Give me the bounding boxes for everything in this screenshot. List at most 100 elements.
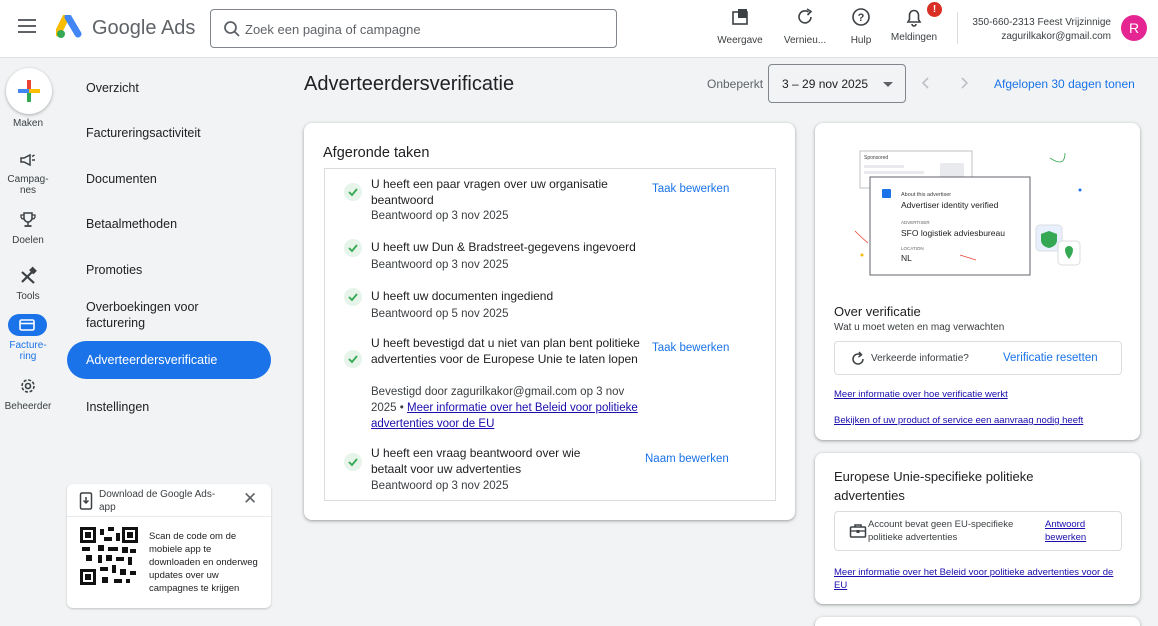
- refresh-icon: [798, 8, 813, 24]
- svg-text:?: ?: [858, 12, 865, 24]
- admin-label[interactable]: Beheerder: [0, 401, 56, 412]
- nav-item-transfers[interactable]: Overboekingen voor facturering: [86, 299, 226, 331]
- bell-icon: [906, 9, 922, 27]
- account-email: zagurilkakor@gmail.com: [1001, 31, 1111, 42]
- wrong-info-label: Verkeerde informatie?: [871, 353, 969, 364]
- notifications-button[interactable]: ! Meldingen: [887, 2, 942, 43]
- eu-political-ads-card: Europese Unie-specifieke politieke adver…: [815, 453, 1140, 604]
- reset-verification-button[interactable]: Verificatie resetten: [1003, 352, 1098, 364]
- chevron-left-icon[interactable]: [919, 76, 933, 90]
- gear-icon[interactable]: [18, 376, 38, 396]
- task-title: U heeft uw documenten ingediend: [371, 289, 554, 303]
- advertiser-name: SFO logistiek adviesbureau: [901, 228, 1005, 238]
- appearance-button[interactable]: Weergave: [716, 6, 764, 46]
- eu-status-box: Account bevat geen EU-specifieke politie…: [834, 511, 1122, 551]
- task-status: Beantwoord op 3 nov 2025: [371, 210, 509, 222]
- chevron-down-icon: [883, 82, 893, 87]
- about-advertiser-label: About this advertiser: [901, 192, 951, 198]
- close-icon[interactable]: ✕: [243, 490, 257, 508]
- nav-item-payment-methods[interactable]: Betaalmethoden: [86, 216, 266, 232]
- nav-item-promotions[interactable]: Promoties: [86, 262, 266, 278]
- nav-item-advertiser-verification-label: Adverteerdersverificatie: [86, 353, 218, 367]
- tasks-title: Afgeronde taken: [323, 145, 430, 161]
- location-label: LOCATION: [901, 246, 924, 251]
- task-status: Beantwoord op 3 nov 2025: [371, 259, 509, 271]
- about-verification-card: Sponsored About this advertiser Advertis…: [815, 123, 1140, 440]
- notification-badge: !: [927, 2, 942, 17]
- download-app-card: Download de Google Ads-app ✕ Scan de cod…: [67, 484, 271, 608]
- divider: [67, 516, 271, 517]
- verified-advertiser-illustration: Sponsored About this advertiser Advertis…: [854, 150, 1082, 277]
- tools-icon[interactable]: [18, 266, 38, 286]
- task-title: U heeft bevestigd dat u niet van plan be…: [371, 336, 640, 366]
- check-icon: [344, 183, 362, 201]
- identity-verified-label: Advertiser identity verified: [901, 200, 999, 210]
- download-app-text: Scan de code om de mobiele app te downlo…: [149, 531, 258, 594]
- campaigns-label[interactable]: Campag- nes: [0, 174, 56, 196]
- product-name: Google Ads: [92, 17, 196, 39]
- check-icon: [344, 288, 362, 306]
- nav-item-settings[interactable]: Instellingen: [86, 399, 266, 415]
- megaphone-icon[interactable]: [18, 150, 38, 170]
- make-button[interactable]: [6, 68, 52, 114]
- tools-label[interactable]: Tools: [0, 291, 56, 302]
- briefcase-icon: [849, 524, 867, 538]
- trophy-icon[interactable]: [18, 210, 38, 230]
- search-input[interactable]: [245, 19, 605, 39]
- help-button[interactable]: ? Hulp: [841, 6, 881, 46]
- search-icon: [224, 21, 240, 37]
- help-label: Hulp: [850, 35, 872, 46]
- edit-task-link[interactable]: Taak bewerken: [652, 342, 729, 354]
- billing-label[interactable]: Facture- ring: [0, 340, 56, 362]
- verification-info-link[interactable]: Meer informatie over hoe verificatie wer…: [834, 388, 1008, 401]
- about-verification-subtitle: Wat u moet weten en mag verwachten: [834, 322, 1005, 333]
- eu-card-title: Europese Unie-specifieke politieke adver…: [834, 469, 1034, 503]
- notifications-label: Meldingen: [890, 32, 938, 43]
- divider: [957, 12, 958, 44]
- date-range-value: 3 – 29 nov 2025: [782, 77, 869, 91]
- completed-tasks-card: Afgeronde taken U heeft een paar vragen …: [304, 123, 795, 520]
- nav-item-overview[interactable]: Overzicht: [86, 80, 266, 96]
- phone-download-icon: [79, 492, 93, 510]
- range-label: Onbeperkt: [707, 77, 764, 91]
- check-icon: [344, 350, 362, 368]
- page-title: Adverteerdersverificatie: [304, 73, 515, 95]
- task-title: U heeft een vraag beantwoord over wie be…: [371, 446, 581, 476]
- task-title: U heeft een paar vragen over uw organisa…: [371, 177, 608, 207]
- reset-icon: [852, 351, 864, 365]
- check-product-link[interactable]: Bekijken of uw product of service een aa…: [834, 414, 1083, 427]
- plus-icon: [18, 80, 40, 102]
- nav-item-documents[interactable]: Documenten: [86, 171, 266, 187]
- refresh-button[interactable]: Vernieu...: [781, 6, 829, 46]
- task-status: Beantwoord op 5 nov 2025: [371, 308, 509, 320]
- appearance-label: Weergave: [717, 35, 763, 46]
- task-title: U heeft uw Dun & Bradstreet-gegevens ing…: [371, 240, 636, 254]
- edit-task-link[interactable]: Taak bewerken: [652, 183, 729, 195]
- advertiser-label: ADVERTISER: [901, 220, 930, 225]
- nav-item-billing-activity[interactable]: Factureringsactiviteit: [86, 125, 266, 141]
- more-card: [815, 617, 1140, 626]
- refresh-label: Vernieu...: [783, 35, 827, 46]
- task-status: Beantwoord op 3 nov 2025: [371, 480, 509, 492]
- search-box[interactable]: [210, 9, 617, 48]
- date-range-select[interactable]: 3 – 29 nov 2025: [768, 64, 906, 103]
- sponsored-label: Sponsored: [864, 155, 888, 161]
- credit-card-icon: [19, 319, 35, 331]
- goals-label[interactable]: Doelen: [0, 235, 56, 246]
- avatar[interactable]: R: [1121, 15, 1147, 41]
- location-value: NL: [901, 253, 912, 263]
- make-label: Maken: [12, 118, 43, 129]
- wrong-info-box: Verkeerde informatie? Verificatie resett…: [834, 341, 1122, 375]
- show-last-30-days-link[interactable]: Afgelopen 30 dagen tonen: [994, 77, 1135, 91]
- eu-policy-link[interactable]: Meer informatie over het Beleid voor pol…: [371, 402, 638, 430]
- chevron-right-icon[interactable]: [957, 76, 971, 90]
- edit-name-link[interactable]: Naam bewerken: [645, 453, 729, 465]
- menu-icon[interactable]: [18, 19, 36, 33]
- edit-answer-link[interactable]: Antwoord bewerken: [1045, 518, 1105, 544]
- download-app-title: Download de Google Ads-app: [99, 489, 216, 513]
- account-info[interactable]: 350-660-2313 Feest Vrijzinnige zagurilka…: [972, 16, 1111, 44]
- eu-policy-info-link[interactable]: Meer informatie over het Beleid voor pol…: [834, 566, 1114, 592]
- check-icon: [344, 239, 362, 257]
- eu-status-text: Account bevat geen EU-specifieke politie…: [868, 519, 1014, 543]
- google-ads-logo: [56, 15, 82, 38]
